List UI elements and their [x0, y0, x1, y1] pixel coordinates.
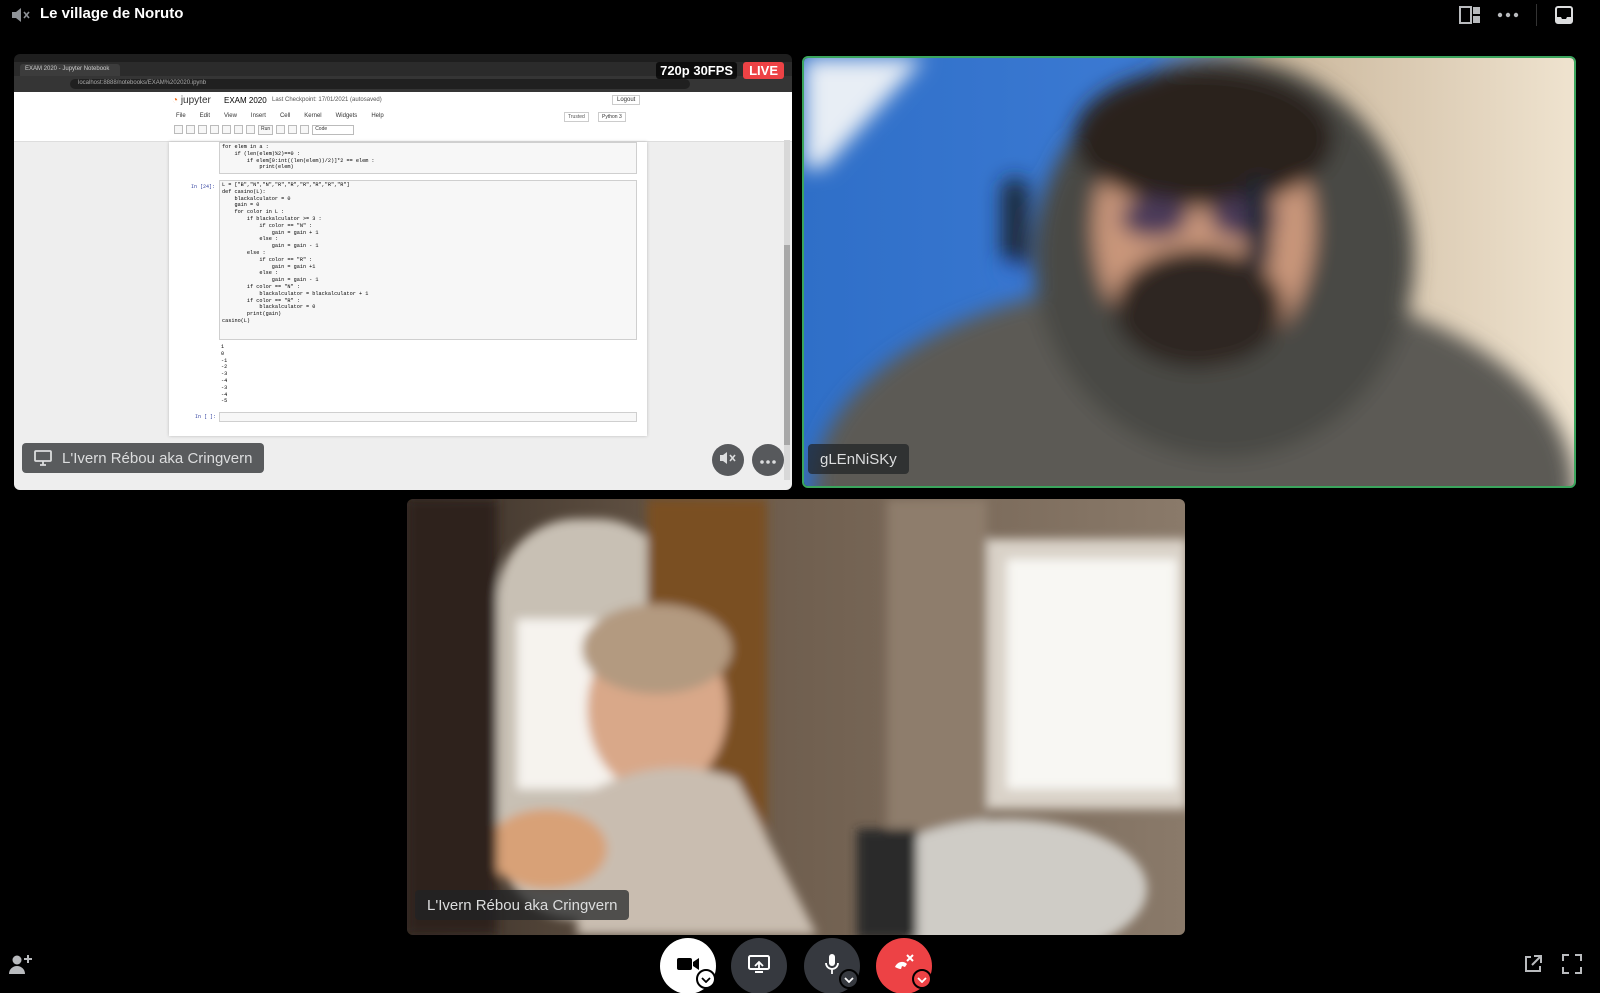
stop-icon	[276, 125, 286, 134]
grid-layout-icon[interactable]	[1458, 4, 1482, 26]
fullscreen-icon[interactable]	[1560, 952, 1584, 976]
page-scrollbar	[784, 140, 790, 480]
screen-share-icon	[748, 954, 770, 978]
header-divider	[1536, 4, 1537, 26]
screen-share-tile[interactable]: EXAM 2020 - Jupyter Notebook localhost:8…	[14, 54, 792, 490]
menu-file: File	[176, 113, 186, 119]
cut-icon	[198, 125, 207, 134]
menu-edit: Edit	[199, 113, 211, 119]
notebook-container: for elem in a : if (len(elem)%2)==0 : if…	[169, 142, 647, 436]
paste-icon	[222, 125, 231, 134]
jupyter-toolbar: Run Code	[174, 125, 594, 135]
menu-insert: Insert	[250, 113, 266, 119]
more-icon[interactable]	[1496, 4, 1520, 26]
call-header: Le village de Noruto	[0, 0, 1600, 30]
jupyter-header: ◔ jupyter EXAM 2020 Last Checkpoint: 17/…	[14, 92, 792, 142]
menu-help: Help	[371, 113, 384, 119]
add-user-icon[interactable]	[8, 952, 32, 976]
screen-share-button[interactable]	[731, 938, 787, 993]
cell-output: 1 0 -1 -2 -3 -4 -3 -4 -5	[221, 344, 228, 405]
disconnect-options-button[interactable]	[912, 969, 932, 989]
webcam-video-glen	[804, 58, 1574, 486]
trusted-badge: Trusted	[564, 112, 589, 122]
glen-user-label: gLEnNiSKy	[808, 444, 909, 474]
restart-icon	[288, 125, 298, 134]
speaker-muted-icon	[10, 5, 32, 25]
stream-quality-badge: 720p 30FPS	[656, 62, 738, 79]
copy-icon	[210, 125, 219, 134]
checkpoint-status: Last Checkpoint: 17/01/2021 (autosaved)	[272, 97, 382, 103]
stream-volume-button[interactable]	[712, 444, 744, 476]
chevron-down-icon	[844, 970, 854, 988]
volume-muted-icon	[719, 450, 737, 471]
microphone-icon	[824, 953, 840, 980]
code-cell: for elem in a : if (len(elem)%2)==0 : if…	[219, 142, 637, 174]
menu-widgets: Widgets	[335, 113, 358, 119]
cell-code: for elem in a : if (len(elem)%2)==0 : if…	[222, 144, 375, 171]
empty-cell	[219, 412, 637, 422]
popout-icon[interactable]	[1521, 952, 1545, 976]
add-cell-icon	[186, 125, 195, 134]
webcam-video-cringvern	[407, 499, 1185, 935]
inbox-icon[interactable]	[1552, 4, 1576, 26]
more-icon	[760, 451, 776, 469]
live-badge: LIVE	[743, 62, 784, 79]
save-icon	[174, 125, 183, 134]
fast-forward-icon	[300, 125, 310, 134]
jupyter-logo: ◔ jupyter	[172, 95, 211, 106]
menu-cell: Cell	[279, 113, 291, 119]
stream-user-name: L'Ivern Rébou aka Cringvern	[62, 449, 253, 467]
stream-user-label: L'Ivern Rébou aka Cringvern	[22, 443, 265, 473]
browser-url: localhost:8888/notebooks/EXAM%202020.ipy…	[70, 79, 690, 89]
cell-prompt: In [ ]:	[195, 414, 217, 420]
move-up-icon	[234, 125, 243, 134]
jupyter-menu: File Edit View Insert Cell Kernel Widget…	[176, 113, 384, 119]
jupyter-page: ◔ jupyter EXAM 2020 Last Checkpoint: 17/…	[14, 92, 792, 490]
cam-user-name: L'Ivern Rébou aka Cringvern	[427, 896, 618, 914]
cam-user-label: L'Ivern Rébou aka Cringvern	[415, 890, 630, 920]
run-button: Run	[258, 125, 274, 135]
chevron-down-icon	[701, 970, 711, 988]
stream-badges: 720p 30FPS LIVE	[656, 62, 784, 79]
microphone-options-button[interactable]	[839, 969, 859, 989]
logout-button: Logout	[612, 95, 641, 105]
code-cell: L = ["B","N","N","R","R","R","R","R","R"…	[219, 180, 637, 340]
screen-icon	[34, 450, 52, 466]
cell-code: L = ["B","N","N","R","R","R","R","R","R"…	[222, 182, 369, 324]
menu-view: View	[224, 113, 237, 119]
glen-user-name: gLEnNiSKy	[820, 450, 897, 468]
kernel-badge: Python 3	[598, 112, 626, 122]
camera-options-button[interactable]	[696, 969, 716, 989]
webcam-tile-glen[interactable]: gLEnNiSKy	[802, 56, 1576, 488]
webcam-tile-cringvern[interactable]: L'Ivern Rébou aka Cringvern	[407, 499, 1185, 935]
chevron-down-icon	[917, 970, 927, 988]
stream-more-button[interactable]	[752, 444, 784, 476]
notebook-title: EXAM 2020	[224, 96, 267, 105]
cell-prompt: In [24]:	[191, 184, 216, 190]
channel-name: Le village de Noruto	[40, 5, 184, 22]
cell-type-select: Code	[312, 125, 355, 135]
move-down-icon	[246, 125, 255, 134]
menu-kernel: Kernel	[304, 113, 322, 119]
browser-tab: EXAM 2020 - Jupyter Notebook	[20, 64, 120, 76]
